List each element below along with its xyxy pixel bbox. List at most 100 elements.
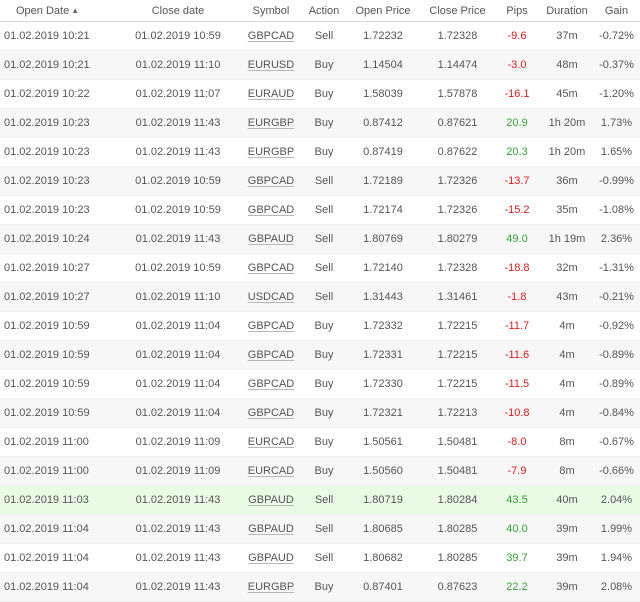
table-row: 01.02.2019 10:59 01.02.2019 11:04 GBPCAD Bu… — [0, 340, 640, 370]
cell-symbol-link[interactable]: GBPCAD — [238, 166, 304, 196]
table-row: 01.02.2019 10:27 01.02.2019 11:10 USDCAD Se… — [0, 282, 640, 312]
cell-pips: -16.1 — [493, 79, 541, 109]
column-header-label: Open Date — [16, 4, 70, 17]
cell-close-date: 01.02.2019 11:43 — [118, 514, 238, 544]
cell-duration: 8m — [541, 456, 593, 486]
cell-symbol-link[interactable]: EURGBP — [238, 137, 304, 167]
cell-close-date: 01.02.2019 11:04 — [118, 398, 238, 428]
cell-duration: 32m — [541, 253, 593, 283]
cell-close-price: 1.72215 — [422, 311, 493, 341]
cell-gain: -0.66% — [593, 456, 640, 486]
column-header-action[interactable]: Action — [304, 0, 344, 22]
cell-close-price: 1.50481 — [422, 456, 493, 486]
cell-close-date: 01.02.2019 11:04 — [118, 369, 238, 399]
column-header-duration[interactable]: Duration — [541, 0, 593, 22]
cell-gain: 2.04% — [593, 485, 640, 515]
cell-duration: 4m — [541, 340, 593, 370]
cell-symbol-link[interactable]: EURUSD — [238, 50, 304, 80]
column-header-gain[interactable]: Gain — [593, 0, 640, 22]
cell-open-price: 1.50560 — [344, 456, 422, 486]
column-header-close-date[interactable]: Close date — [118, 0, 238, 22]
table-row: 01.02.2019 10:21 01.02.2019 11:10 EURUSD Bu… — [0, 50, 640, 80]
cell-symbol-link[interactable]: GBPCAD — [238, 340, 304, 370]
cell-action: Buy — [304, 369, 344, 399]
cell-open-date: 01.02.2019 10:59 — [0, 340, 118, 370]
cell-pips: -15.2 — [493, 195, 541, 225]
table-row: 01.02.2019 10:27 01.02.2019 10:59 GBPCAD Se… — [0, 253, 640, 283]
cell-symbol-link[interactable]: GBPAUD — [238, 543, 304, 573]
table-body: 01.02.2019 10:21 01.02.2019 10:59 GBPCAD Se… — [0, 21, 640, 602]
cell-symbol-link[interactable]: GBPCAD — [238, 369, 304, 399]
cell-open-date: 01.02.2019 11:00 — [0, 427, 118, 457]
cell-symbol-link[interactable]: EURAUD — [238, 79, 304, 109]
table-row: 01.02.2019 10:23 01.02.2019 10:59 GBPCAD Se… — [0, 195, 640, 225]
cell-open-date: 01.02.2019 10:59 — [0, 369, 118, 399]
table-row: 01.02.2019 11:04 01.02.2019 11:43 GBPAUD Se… — [0, 543, 640, 573]
cell-duration: 48m — [541, 50, 593, 80]
cell-close-date: 01.02.2019 10:59 — [118, 21, 238, 51]
cell-symbol-link[interactable]: GBPAUD — [238, 485, 304, 515]
column-header-open-price[interactable]: Open Price — [344, 0, 422, 22]
cell-symbol-link[interactable]: GBPCAD — [238, 195, 304, 225]
cell-open-price: 0.87419 — [344, 137, 422, 167]
cell-symbol-link[interactable]: EURCAD — [238, 427, 304, 457]
cell-action: Buy — [304, 311, 344, 341]
table-row: 01.02.2019 10:59 01.02.2019 11:04 GBPCAD Bu… — [0, 369, 640, 399]
cell-symbol-link[interactable]: GBPCAD — [238, 311, 304, 341]
cell-open-price: 1.72331 — [344, 340, 422, 370]
cell-symbol-link[interactable]: EURCAD — [238, 456, 304, 486]
table-row: 01.02.2019 10:23 01.02.2019 11:43 EURGBP Bu… — [0, 108, 640, 138]
table-row: 01.02.2019 10:21 01.02.2019 10:59 GBPCAD Se… — [0, 21, 640, 51]
cell-pips: -1.8 — [493, 282, 541, 312]
cell-pips: 20.3 — [493, 137, 541, 167]
cell-open-price: 1.80769 — [344, 224, 422, 254]
cell-close-date: 01.02.2019 10:59 — [118, 253, 238, 283]
column-header-pips[interactable]: Pips — [493, 0, 541, 22]
cell-open-price: 0.87401 — [344, 572, 422, 602]
cell-action: Buy — [304, 456, 344, 486]
cell-duration: 4m — [541, 398, 593, 428]
cell-symbol-link[interactable]: EURGBP — [238, 108, 304, 138]
cell-symbol-link[interactable]: GBPAUD — [238, 224, 304, 254]
cell-pips: 43.5 — [493, 485, 541, 515]
table-row: 01.02.2019 10:23 01.02.2019 10:59 GBPCAD Se… — [0, 166, 640, 196]
cell-symbol-link[interactable]: GBPCAD — [238, 398, 304, 428]
cell-gain: 2.36% — [593, 224, 640, 254]
sort-ascending-icon: ▲ — [71, 5, 80, 15]
column-header-close-price[interactable]: Close Price — [422, 0, 493, 22]
cell-open-date: 01.02.2019 10:27 — [0, 282, 118, 312]
cell-gain: -0.89% — [593, 340, 640, 370]
cell-pips: -18.8 — [493, 253, 541, 283]
cell-gain: 1.73% — [593, 108, 640, 138]
cell-close-price: 1.80285 — [422, 543, 493, 573]
cell-action: Buy — [304, 572, 344, 602]
cell-close-date: 01.02.2019 11:09 — [118, 427, 238, 457]
cell-pips: 40.0 — [493, 514, 541, 544]
cell-duration: 39m — [541, 514, 593, 544]
cell-open-price: 0.87412 — [344, 108, 422, 138]
cell-open-price: 1.80685 — [344, 514, 422, 544]
cell-duration: 1h 19m — [541, 224, 593, 254]
cell-action: Buy — [304, 79, 344, 109]
cell-action: Buy — [304, 427, 344, 457]
cell-close-date: 01.02.2019 11:04 — [118, 340, 238, 370]
cell-pips: -7.9 — [493, 456, 541, 486]
cell-open-price: 1.72232 — [344, 21, 422, 51]
cell-duration: 45m — [541, 79, 593, 109]
cell-open-date: 01.02.2019 10:21 — [0, 21, 118, 51]
cell-symbol-link[interactable]: GBPCAD — [238, 253, 304, 283]
cell-symbol-link[interactable]: USDCAD — [238, 282, 304, 312]
table-row: 01.02.2019 11:04 01.02.2019 11:43 GBPAUD Se… — [0, 514, 640, 544]
cell-pips: -3.0 — [493, 50, 541, 80]
cell-close-date: 01.02.2019 11:43 — [118, 137, 238, 167]
cell-open-date: 01.02.2019 11:03 — [0, 485, 118, 515]
column-header-open-date[interactable]: Open Date ▲ — [0, 0, 118, 22]
cell-symbol-link[interactable]: GBPCAD — [238, 21, 304, 51]
cell-symbol-link[interactable]: GBPAUD — [238, 514, 304, 544]
cell-action: Buy — [304, 398, 344, 428]
cell-symbol-link[interactable]: EURGBP — [238, 572, 304, 602]
column-header-symbol[interactable]: Symbol — [238, 0, 304, 22]
cell-open-date: 01.02.2019 11:00 — [0, 456, 118, 486]
cell-pips: 20.9 — [493, 108, 541, 138]
cell-gain: 2.08% — [593, 572, 640, 602]
